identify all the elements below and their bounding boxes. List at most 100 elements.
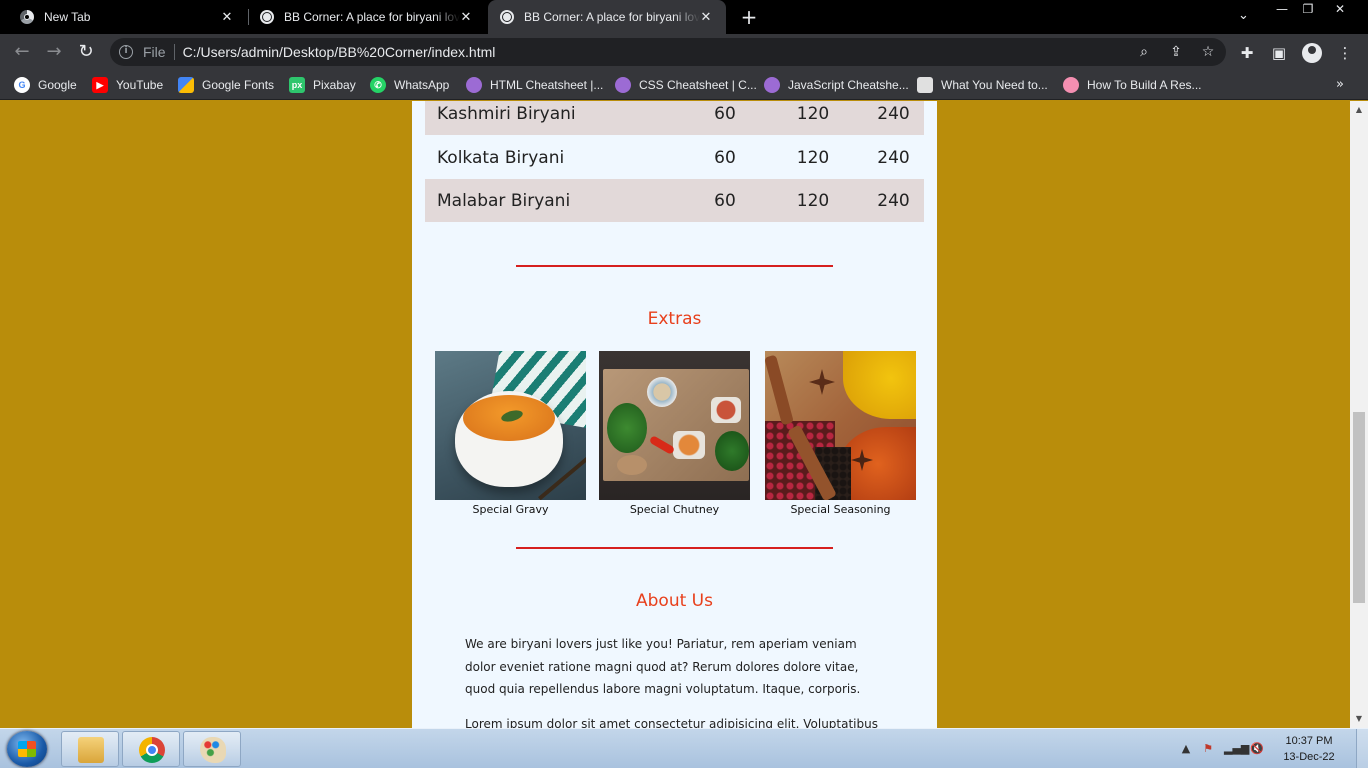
bookmark-label: Google bbox=[38, 78, 77, 92]
menu-price: 120 bbox=[796, 103, 830, 124]
bookmark-html-cheatsheet[interactable]: HTML Cheatsheet |... bbox=[466, 76, 603, 94]
bookmarks-bar: G Google ▶ YouTube Google Fonts px Pixab… bbox=[0, 70, 1368, 100]
tray-expand-icon[interactable]: ▲ bbox=[1178, 742, 1194, 756]
close-icon[interactable]: ✕ bbox=[458, 9, 474, 25]
tab-new-tab[interactable]: New Tab ✕ bbox=[0, 0, 247, 34]
browser-toolbar: ← → ↻ i File C:/Users/admin/Desktop/BB%2… bbox=[0, 34, 1368, 70]
bookmark-css-cheatsheet[interactable]: CSS Cheatsheet | C... bbox=[615, 76, 757, 94]
tab-strip: New Tab ✕ BB Corner: A place for biryani… bbox=[0, 0, 1368, 34]
bookmark-label: Google Fonts bbox=[202, 78, 275, 92]
extra-caption: Special Gravy bbox=[472, 503, 549, 516]
close-icon[interactable]: ✕ bbox=[219, 9, 235, 25]
start-button[interactable] bbox=[7, 731, 47, 767]
folder-icon bbox=[78, 737, 104, 763]
globe-icon bbox=[500, 10, 514, 24]
bookmark-whatsapp[interactable]: ✆ WhatsApp bbox=[370, 76, 449, 94]
menu-kebab-icon[interactable]: ⋮ bbox=[1336, 44, 1354, 62]
tab-title: New Tab bbox=[44, 10, 91, 24]
bookmark-label: JavaScript Cheatshe... bbox=[788, 78, 909, 92]
menu-price: 60 bbox=[714, 147, 736, 168]
about-paragraph: Lorem ipsum dolor sit amet consectetur a… bbox=[465, 717, 878, 728]
extra-caption: Special Chutney bbox=[629, 503, 720, 516]
page-scrollbar[interactable]: ▲ ▼ bbox=[1350, 101, 1368, 728]
url-text[interactable]: C:/Users/admin/Desktop/BB%20Corner/index… bbox=[183, 44, 496, 60]
bookmark-star-icon[interactable]: ☆ bbox=[1200, 44, 1216, 60]
clock-date: 13-Dec-22 bbox=[1283, 751, 1335, 763]
menu-price: 60 bbox=[714, 190, 736, 211]
bookmark-label: What You Need to... bbox=[941, 78, 1048, 92]
bookmark-pixabay[interactable]: px Pixabay bbox=[289, 76, 356, 94]
restore-button[interactable]: ❐ bbox=[1294, 0, 1322, 18]
scroll-down-icon[interactable]: ▼ bbox=[1350, 712, 1368, 726]
address-bar[interactable]: i File C:/Users/admin/Desktop/BB%20Corne… bbox=[110, 38, 1226, 66]
bookmark-label: Pixabay bbox=[313, 78, 356, 92]
reload-button[interactable]: ↻ bbox=[74, 40, 98, 64]
show-desktop-button[interactable] bbox=[1356, 729, 1368, 768]
bookmark-google[interactable]: G Google bbox=[14, 76, 77, 94]
bookmark-google-fonts[interactable]: Google Fonts bbox=[178, 76, 274, 94]
forward-button[interactable]: → bbox=[42, 40, 66, 64]
paint-icon bbox=[200, 737, 226, 763]
google-icon: G bbox=[14, 77, 30, 93]
menu-price: 120 bbox=[796, 190, 830, 211]
taskbar-explorer[interactable] bbox=[61, 731, 119, 767]
bookmark-how-to-build[interactable]: How To Build A Res... bbox=[1063, 76, 1202, 94]
tab-title: BB Corner: A place for biryani lov bbox=[524, 10, 700, 24]
info-icon[interactable]: i bbox=[119, 45, 133, 59]
clock-time: 10:37 PM bbox=[1285, 735, 1333, 747]
bookmark-label: YouTube bbox=[116, 78, 164, 92]
avatar-icon bbox=[615, 77, 631, 93]
whatsapp-icon: ✆ bbox=[370, 77, 386, 93]
section-divider bbox=[516, 265, 833, 267]
section-divider bbox=[516, 547, 833, 549]
bookmark-what-you-need[interactable]: What You Need to... bbox=[917, 76, 1048, 94]
url-scheme: File bbox=[143, 44, 166, 60]
network-icon[interactable]: ▂▄▆ bbox=[1224, 742, 1249, 756]
google-fonts-icon bbox=[178, 77, 194, 93]
menu-row: Malabar Biryani 60 120 240 bbox=[425, 179, 924, 222]
zoom-icon[interactable]: ⌕ bbox=[1136, 44, 1152, 60]
tab-title: BB Corner: A place for biryani lov bbox=[284, 10, 460, 24]
bookmarks-overflow-icon[interactable]: » bbox=[1336, 77, 1344, 92]
minimize-button[interactable]: — bbox=[1268, 0, 1296, 18]
menu-item-name: Kolkata Biryani bbox=[437, 147, 565, 168]
close-icon[interactable]: ✕ bbox=[698, 9, 714, 25]
scroll-thumb[interactable] bbox=[1353, 412, 1365, 603]
extras-heading: Extras bbox=[647, 309, 702, 329]
tab-search-icon[interactable]: ⌄ bbox=[1238, 8, 1249, 23]
chrome-icon bbox=[139, 737, 165, 763]
site-icon bbox=[1063, 77, 1079, 93]
volume-muted-icon[interactable]: 🔇 bbox=[1249, 742, 1265, 756]
menu-price: 240 bbox=[877, 147, 910, 168]
taskbar-chrome[interactable] bbox=[122, 731, 180, 767]
menu-price: 240 bbox=[877, 190, 910, 211]
site-icon bbox=[917, 77, 933, 93]
menu-item-name: Kashmiri Biryani bbox=[437, 103, 576, 124]
globe-icon bbox=[260, 10, 274, 24]
page-viewport: Kashmiri Biryani 60 120 240 Kolkata Biry… bbox=[0, 101, 1350, 728]
youtube-icon: ▶ bbox=[92, 77, 108, 93]
share-icon[interactable]: ⇪ bbox=[1168, 44, 1184, 60]
extensions-icon[interactable]: ✚ bbox=[1238, 44, 1256, 62]
chutney-image bbox=[599, 351, 750, 500]
back-button[interactable]: ← bbox=[10, 40, 34, 64]
bookmark-label: How To Build A Res... bbox=[1087, 78, 1202, 92]
bookmark-js-cheatsheet[interactable]: JavaScript Cheatshe... bbox=[764, 76, 909, 94]
new-tab-button[interactable]: + bbox=[738, 6, 760, 28]
windows-taskbar: ▲ ⚑ ▂▄▆ 🔇 10:37 PM 13-Dec-22 bbox=[0, 728, 1368, 768]
chrome-icon bbox=[20, 10, 34, 24]
avatar-icon bbox=[764, 77, 780, 93]
taskbar-paint[interactable] bbox=[183, 731, 241, 767]
side-panel-icon[interactable]: ▣ bbox=[1270, 44, 1288, 62]
extra-item-seasoning: Special Seasoning bbox=[765, 351, 916, 516]
profile-avatar-icon[interactable] bbox=[1302, 43, 1322, 63]
taskbar-clock[interactable]: 10:37 PM 13-Dec-22 bbox=[1274, 733, 1344, 765]
menu-row: Kashmiri Biryani 60 120 240 bbox=[425, 101, 924, 135]
bookmark-youtube[interactable]: ▶ YouTube bbox=[92, 76, 163, 94]
scroll-up-icon[interactable]: ▲ bbox=[1350, 103, 1368, 117]
tab-bb-corner-1[interactable]: BB Corner: A place for biryani lov ✕ bbox=[248, 0, 486, 34]
action-center-icon[interactable]: ⚑ bbox=[1200, 742, 1216, 756]
close-window-button[interactable]: ✕ bbox=[1326, 0, 1354, 18]
tab-bb-corner-2[interactable]: BB Corner: A place for biryani lov ✕ bbox=[488, 0, 726, 34]
menu-price: 120 bbox=[796, 147, 830, 168]
